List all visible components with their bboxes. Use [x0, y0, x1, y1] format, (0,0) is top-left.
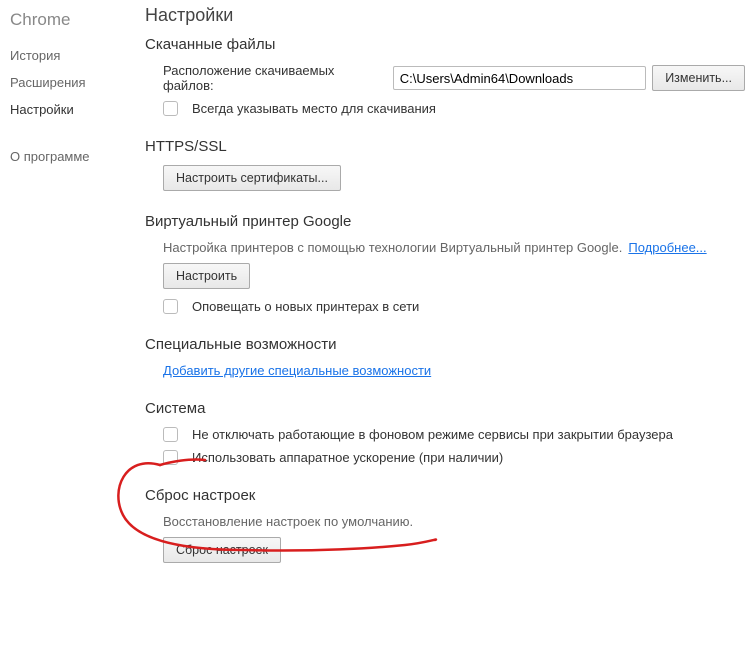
sidebar-item-settings[interactable]: Настройки — [10, 102, 145, 117]
accessibility-add-link[interactable]: Добавить другие специальные возможности — [163, 363, 431, 378]
downloads-heading: Скачанные файлы — [145, 36, 745, 53]
cloud-print-heading: Виртуальный принтер Google — [145, 213, 745, 230]
cloud-print-configure-button[interactable]: Настроить — [163, 263, 250, 289]
checkbox-notify-printers[interactable] — [163, 299, 178, 314]
section-reset: Сброс настроек Восстановление настроек п… — [145, 487, 745, 563]
section-cloud-print: Виртуальный принтер Google Настройка при… — [145, 213, 745, 314]
downloads-location-label: Расположение скачиваемых файлов: — [163, 63, 383, 93]
system-heading: Система — [145, 400, 745, 417]
section-accessibility: Специальные возможности Добавить другие … — [145, 336, 745, 378]
downloads-ask-label: Всегда указывать место для скачивания — [192, 101, 436, 116]
downloads-change-button[interactable]: Изменить... — [652, 65, 745, 91]
sidebar-item-about[interactable]: О программе — [10, 149, 145, 164]
reset-heading: Сброс настроек — [145, 487, 745, 504]
section-system: Система Не отключать работающие в фоново… — [145, 400, 745, 465]
accessibility-heading: Специальные возможности — [145, 336, 745, 353]
main-content: Настройки Скачанные файлы Расположение с… — [145, 0, 745, 658]
section-https-ssl: HTTPS/SSL Настроить сертификаты... — [145, 138, 745, 191]
sidebar-item-history[interactable]: История — [10, 48, 145, 63]
checkbox-hw-acceleration[interactable] — [163, 450, 178, 465]
https-ssl-heading: HTTPS/SSL — [145, 138, 745, 155]
section-downloads: Скачанные файлы Расположение скачиваемых… — [145, 36, 745, 116]
sidebar-item-extensions[interactable]: Расширения — [10, 75, 145, 90]
page-title: Настройки — [145, 5, 745, 26]
app-title: Chrome — [10, 10, 145, 30]
cloud-print-description: Настройка принтеров с помощью технологии… — [163, 240, 622, 255]
reset-description: Восстановление настроек по умолчанию. — [163, 514, 413, 529]
configure-certificates-button[interactable]: Настроить сертификаты... — [163, 165, 341, 191]
system-hw-acceleration-label: Использовать аппаратное ускорение (при н… — [192, 450, 503, 465]
checkbox-keep-background[interactable] — [163, 427, 178, 442]
reset-settings-button[interactable]: Сброс настроек — [163, 537, 281, 563]
cloud-print-notify-label: Оповещать о новых принтерах в сети — [192, 299, 419, 314]
system-keep-background-label: Не отключать работающие в фоновом режиме… — [192, 427, 673, 442]
checkbox-ask-location[interactable] — [163, 101, 178, 116]
downloads-location-input[interactable] — [393, 66, 646, 90]
sidebar: Chrome История Расширения Настройки О пр… — [0, 0, 145, 658]
cloud-print-learn-more-link[interactable]: Подробнее... — [628, 240, 706, 255]
